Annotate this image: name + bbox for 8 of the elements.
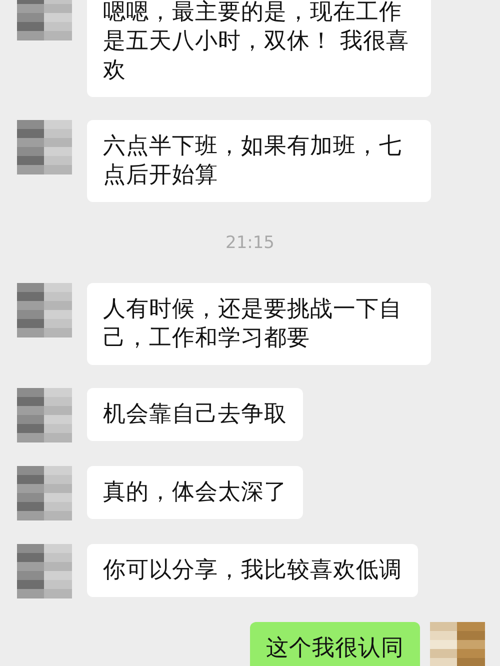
message-bubble: 你可以分享，我比较喜欢低调 (87, 544, 418, 597)
message-bubble: 嗯嗯，最主要的是，现在工作是五天八小时，双休！ 我很喜欢 (87, 0, 431, 97)
message-bubble: 机会靠自己去争取 (87, 388, 303, 441)
message-bubble: 真的，体会太深了 (87, 466, 303, 519)
message-bubble: 人有时候，还是要挑战一下自己，工作和学习都要 (87, 283, 431, 365)
message-bubble: 这个我很认同 (250, 622, 420, 666)
timestamp: 21:15 (226, 233, 274, 253)
message-bubble: 六点半下班，如果有加班，七点后开始算 (87, 120, 431, 202)
